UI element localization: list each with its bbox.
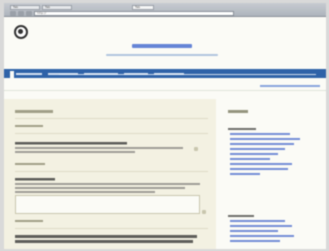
- sidebar: [218, 99, 326, 249]
- browser-tab[interactable]: Tab: [10, 5, 40, 10]
- address-bar[interactable]: http://: [34, 11, 234, 16]
- divider: [15, 118, 208, 119]
- post-action-button[interactable]: [194, 147, 198, 151]
- site-logo-icon[interactable]: [14, 25, 28, 39]
- site-header: [4, 17, 326, 69]
- browser-window: Tab Tab Tab http://: [4, 3, 326, 249]
- comment-box[interactable]: [15, 195, 200, 214]
- comment-submit-button[interactable]: [202, 210, 206, 214]
- divider: [15, 133, 208, 134]
- main-content: [4, 99, 216, 249]
- browser-tab-active[interactable]: Tab: [132, 5, 154, 10]
- back-button[interactable]: [10, 11, 16, 16]
- main-navbar: [4, 69, 326, 78]
- forward-button[interactable]: [18, 11, 24, 16]
- nav-item-home[interactable]: [10, 71, 14, 78]
- subnav-bar: [4, 78, 326, 91]
- browser-chrome: Tab Tab Tab http://: [4, 3, 326, 17]
- browser-tab[interactable]: Tab: [42, 5, 72, 10]
- divider: [15, 228, 208, 229]
- divider: [15, 171, 208, 172]
- nav-divider: [59, 74, 316, 75]
- reload-button[interactable]: [26, 11, 32, 16]
